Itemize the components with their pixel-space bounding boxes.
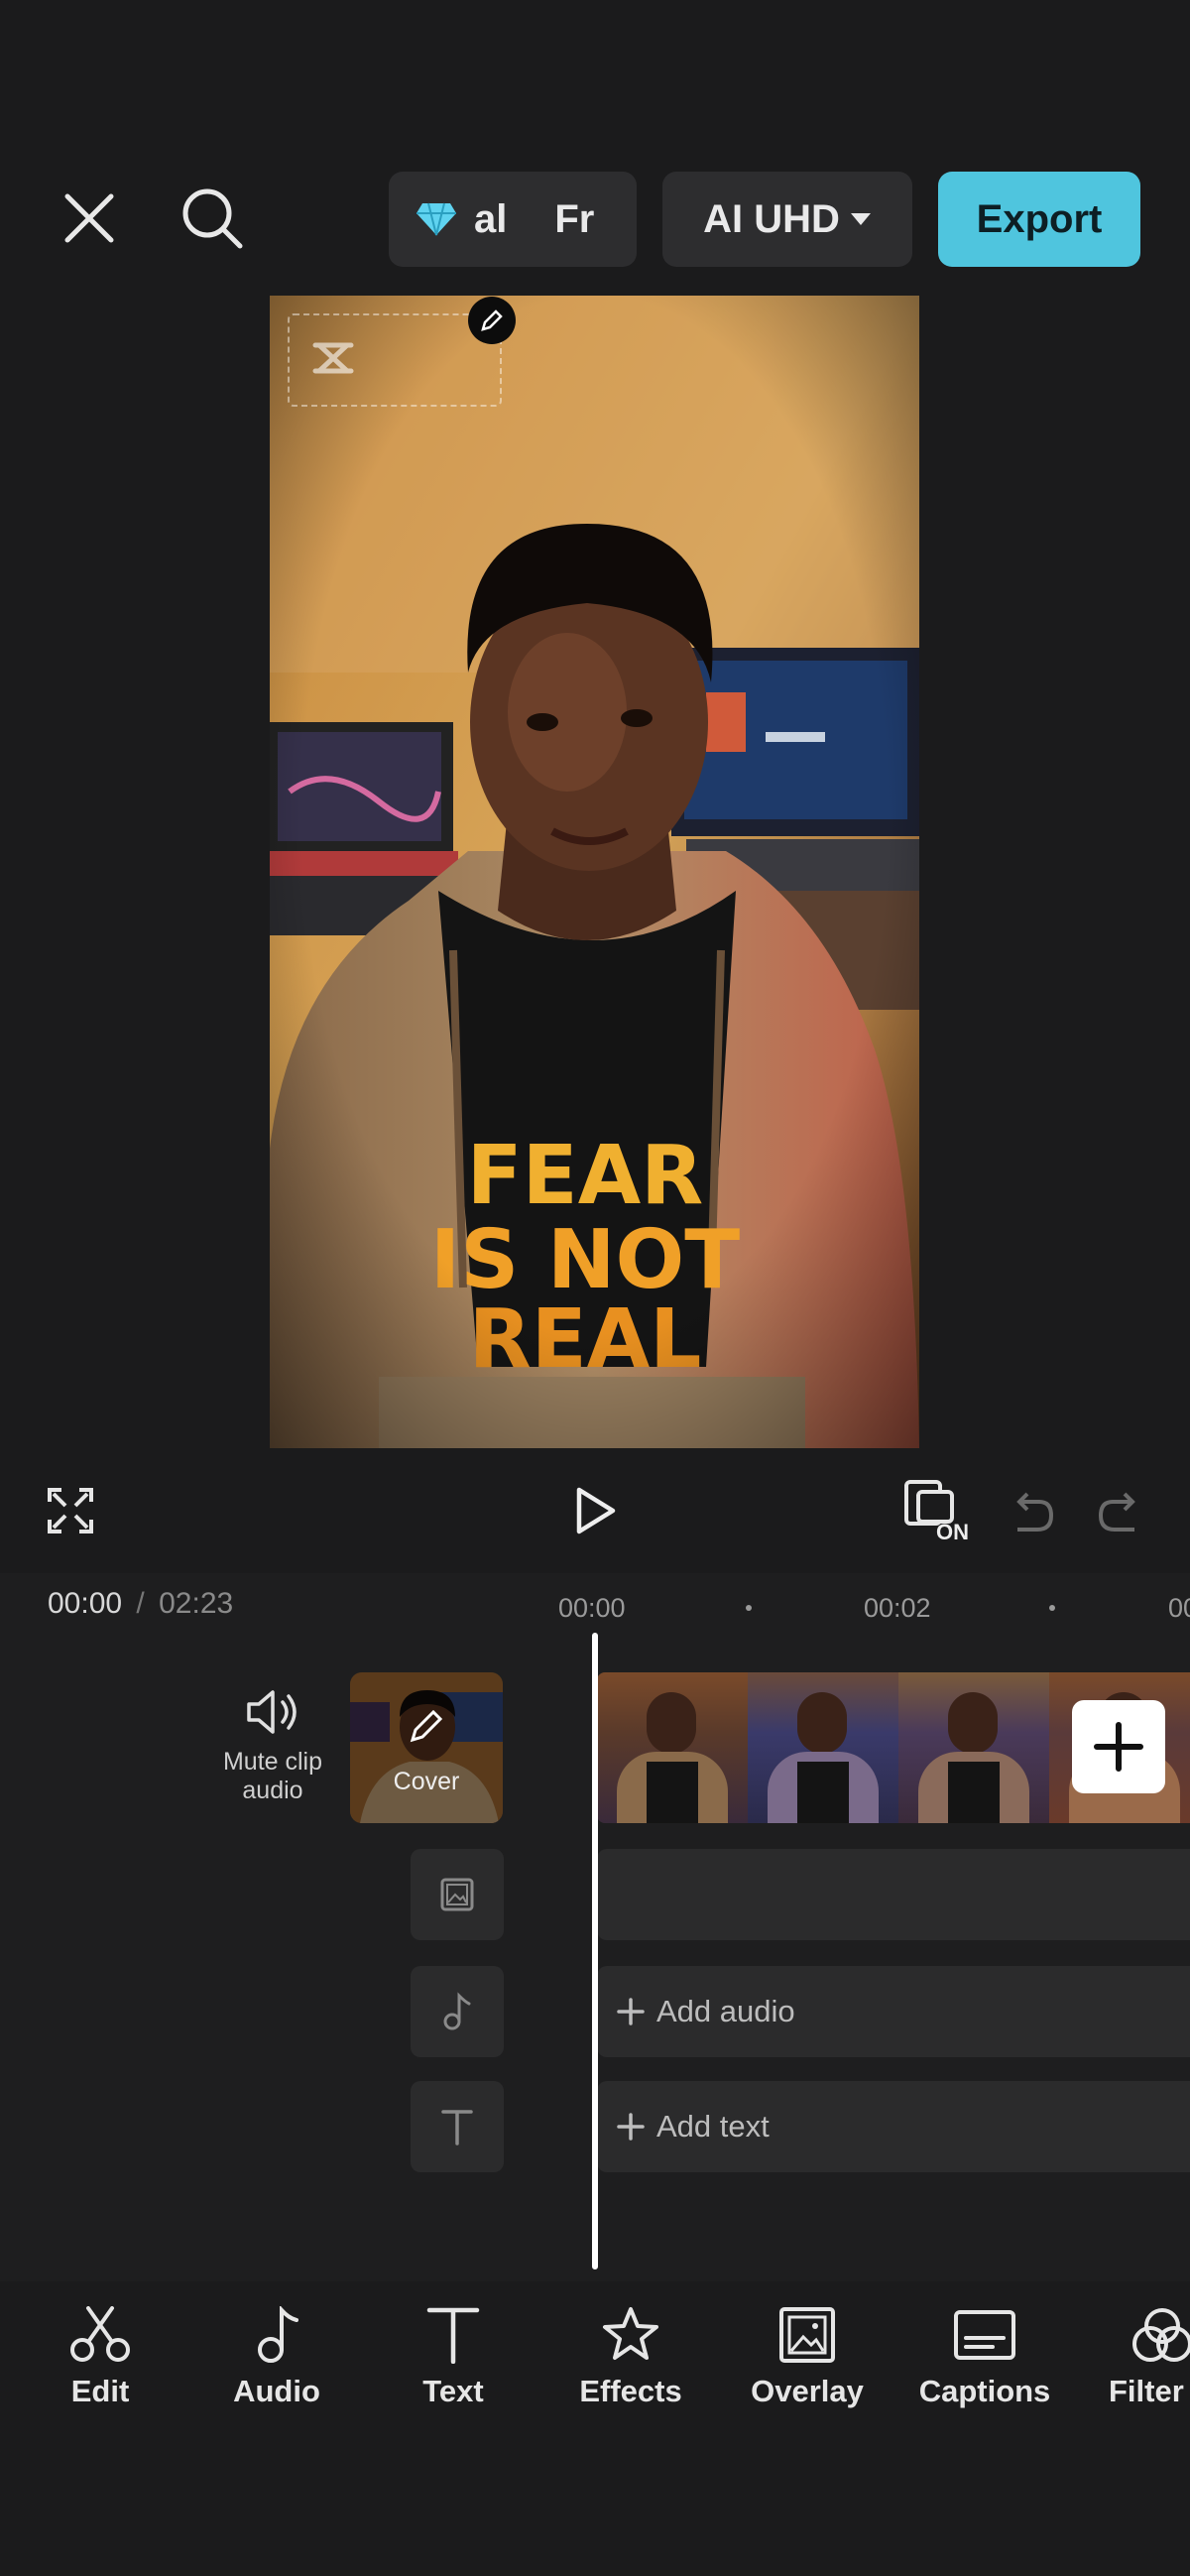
search-icon: [182, 188, 243, 249]
preview-toggle-button[interactable]: ON: [902, 1478, 974, 1547]
ruler-tick-1: 00:02: [864, 1593, 931, 1623]
add-text-label: Add text: [656, 2109, 770, 2144]
pencil-icon: [481, 309, 503, 331]
text-icon: [426, 2307, 480, 2364]
scissors-icon: [70, 2306, 130, 2362]
add-clip-button[interactable]: [1072, 1700, 1165, 1793]
captions-icon: [954, 2310, 1015, 2360]
plus-icon: [617, 2113, 645, 2141]
toolbar-captions[interactable]: Captions: [910, 2306, 1059, 2409]
plus-icon: [1094, 1722, 1143, 1772]
close-button[interactable]: [50, 179, 129, 258]
fullscreen-icon: [48, 1488, 93, 1533]
video-preview[interactable]: FEAR IS NOT REAL: [270, 296, 919, 1448]
ruler-dot: [746, 1605, 752, 1611]
pro-promo-pill[interactable]: al Fr: [389, 172, 637, 267]
time-display: 00:00 / 02:23: [48, 1587, 233, 1621]
text-icon: [441, 2110, 473, 2146]
redo-icon: [1098, 1492, 1135, 1532]
toolbar-text[interactable]: Text: [379, 2306, 528, 2409]
fullscreen-button[interactable]: [36, 1478, 105, 1543]
preview-on-badge: ON: [936, 1520, 969, 1544]
playhead[interactable]: [592, 1633, 598, 2269]
music-note-icon: [258, 2306, 298, 2363]
toolbar-edit[interactable]: Edit: [26, 2306, 175, 2409]
pro-pill-text-1: al: [474, 196, 508, 241]
redo-button[interactable]: [1091, 1484, 1150, 1539]
time-separator: /: [136, 1587, 145, 1620]
video-frame-image: FEAR IS NOT REAL: [270, 296, 919, 1448]
toolbar-overlay-label: Overlay: [751, 2374, 864, 2408]
toolbar-captions-label: Captions: [918, 2374, 1051, 2408]
capcut-logo-icon: [312, 342, 354, 374]
play-icon: [576, 1487, 616, 1534]
text-track-button[interactable]: [411, 2081, 504, 2172]
mute-clip-label-2: audio: [242, 1777, 303, 1804]
filter-icon: [1132, 2308, 1190, 2362]
star-icon: [603, 2307, 658, 2360]
undo-button[interactable]: [1002, 1484, 1061, 1539]
quality-dropdown[interactable]: AI UHD: [662, 172, 912, 267]
clip-frame: [597, 1672, 748, 1823]
music-note-icon: [443, 1992, 471, 2030]
toolbar-audio-label: Audio: [233, 2374, 320, 2408]
toolbar-text-label: Text: [422, 2374, 484, 2408]
quality-label: AI UHD: [703, 196, 840, 241]
chevron-down-icon: [850, 213, 871, 225]
close-icon: [64, 193, 114, 243]
overlay-track-button[interactable]: [411, 1849, 504, 1940]
edit-watermark-button[interactable]: [468, 297, 516, 344]
add-audio-track[interactable]: Add audio: [597, 1966, 1190, 2057]
cover-button[interactable]: Cover: [350, 1672, 503, 1823]
current-time: 00:00: [48, 1587, 123, 1620]
pencil-icon: [410, 1709, 443, 1743]
ruler-dot: [1049, 1605, 1055, 1611]
cover-thumbnail-image: [350, 1672, 503, 1823]
toolbar-filter[interactable]: Filter: [1087, 2306, 1190, 2409]
pro-pill-text-2: Fr: [554, 196, 595, 241]
audio-track-button[interactable]: [411, 1966, 504, 2057]
cover-label: Cover: [393, 1768, 460, 1795]
speaker-icon: [247, 1690, 297, 1734]
add-audio-label: Add audio: [656, 1994, 795, 2028]
toolbar-overlay[interactable]: Overlay: [733, 2306, 882, 2409]
toolbar-audio[interactable]: Audio: [202, 2306, 351, 2409]
total-time: 02:23: [159, 1587, 234, 1620]
mute-clip-label-1: Mute clip: [222, 1748, 323, 1776]
image-icon: [440, 1878, 474, 1911]
search-button[interactable]: [173, 179, 252, 258]
plus-icon: [617, 1998, 645, 2025]
overlay-track[interactable]: [597, 1849, 1190, 1940]
overlay-icon: [779, 2307, 835, 2363]
add-text-track[interactable]: Add text: [597, 2081, 1190, 2172]
toolbar-effects[interactable]: Effects: [556, 2306, 705, 2409]
toolbar-effects-label: Effects: [579, 2374, 682, 2408]
clip-frame: [748, 1672, 898, 1823]
ruler-tick-0: 00:00: [558, 1593, 626, 1623]
play-button[interactable]: [560, 1478, 630, 1543]
toolbar-filter-label: Filter: [1109, 2374, 1184, 2408]
clip-frame: [898, 1672, 1049, 1823]
ruler-tick-2: 00: [1168, 1593, 1190, 1623]
undo-icon: [1016, 1492, 1054, 1532]
mute-clip-audio-button[interactable]: Mute clip audio: [208, 1686, 337, 1825]
diamond-icon: [416, 202, 456, 236]
export-button[interactable]: Export: [938, 172, 1140, 267]
toolbar-edit-label: Edit: [70, 2374, 130, 2408]
